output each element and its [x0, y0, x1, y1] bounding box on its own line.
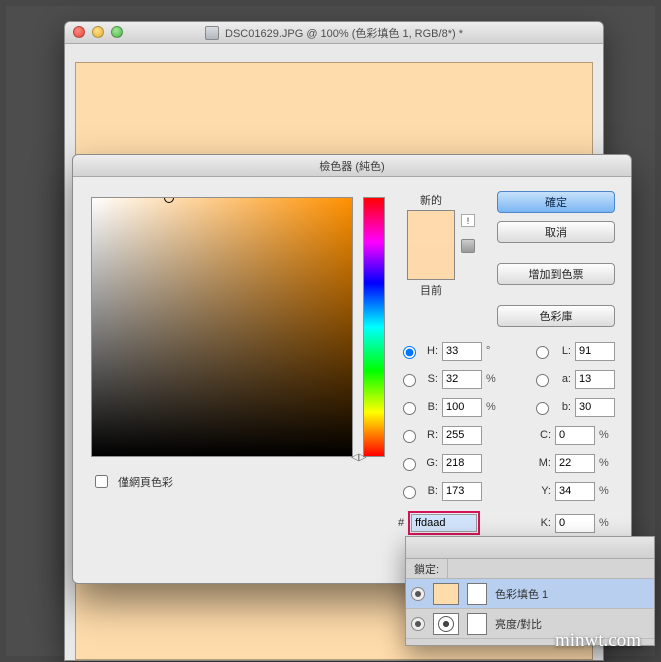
hex-label: # [398, 517, 404, 529]
unit-h: ° [486, 345, 502, 357]
radio-a[interactable] [536, 374, 549, 387]
label-h: H: [420, 345, 438, 357]
label-r: R: [420, 429, 438, 441]
layer-mask-thumbnail[interactable] [467, 583, 487, 605]
layer-thumbnail[interactable] [433, 613, 459, 635]
radio-h[interactable] [403, 346, 416, 359]
window-traffic-lights [73, 26, 123, 38]
websafe-warning-icon[interactable] [461, 239, 475, 253]
layer-mask-thumbnail[interactable] [467, 613, 487, 635]
label-k: K: [533, 517, 551, 529]
input-s[interactable] [442, 370, 482, 389]
input-L[interactable] [575, 342, 615, 361]
radio-bri[interactable] [403, 402, 416, 415]
input-m[interactable] [555, 454, 595, 473]
color-picker-dialog: 檢色器 (純色) ◁▷ 僅網頁色彩 新的 目前 [72, 154, 632, 584]
layers-panel-header[interactable] [406, 537, 654, 559]
radio-L[interactable] [536, 346, 549, 359]
input-hex[interactable] [411, 514, 477, 532]
cancel-button[interactable]: 取消 [497, 221, 615, 243]
input-c[interactable] [555, 426, 595, 445]
color-swatch-current[interactable] [408, 245, 454, 279]
color-field[interactable] [91, 197, 353, 457]
layers-panel-toolbar: 鎖定: [406, 559, 654, 579]
input-b[interactable] [575, 398, 615, 417]
label-g: G: [420, 457, 438, 469]
unit-bri: % [486, 401, 502, 413]
window-zoom-button[interactable] [111, 26, 123, 38]
window-close-button[interactable] [73, 26, 85, 38]
web-colors-only-label: 僅網頁色彩 [118, 474, 173, 490]
label-bl: B: [420, 485, 438, 497]
color-picker-titlebar[interactable]: 檢色器 (純色) [73, 155, 631, 177]
layer-visibility-toggle[interactable] [411, 587, 425, 601]
label-y: Y: [533, 485, 551, 497]
document-titlebar[interactable]: DSC01629.JPG @ 100% (色彩填色 1, RGB/8*) * [65, 22, 603, 44]
radio-s[interactable] [403, 374, 416, 387]
label-b: b: [553, 401, 571, 413]
radio-bl[interactable] [403, 486, 416, 499]
input-k[interactable] [555, 514, 595, 533]
color-swatch [407, 210, 455, 280]
label-m: M: [533, 457, 551, 469]
hue-slider-arrows-icon: ◁▷ [351, 452, 366, 463]
layers-lock-label: 鎖定: [414, 561, 439, 577]
brightness-adjust-icon [439, 617, 453, 631]
unit-k: % [599, 517, 615, 529]
unit-y: % [599, 485, 615, 497]
label-current: 目前 [401, 282, 461, 298]
input-bri[interactable] [442, 398, 482, 417]
color-libraries-button[interactable]: 色彩庫 [497, 305, 615, 327]
input-bl[interactable] [442, 482, 482, 501]
radio-b[interactable] [536, 402, 549, 415]
input-g[interactable] [442, 454, 482, 473]
web-colors-only-checkbox[interactable]: 僅網頁色彩 [91, 472, 173, 491]
label-new: 新的 [401, 192, 461, 208]
hex-highlight-box [408, 511, 480, 535]
layer-name[interactable]: 色彩填色 1 [495, 586, 649, 602]
layer-visibility-toggle[interactable] [411, 617, 425, 631]
ok-button[interactable]: 確定 [497, 191, 615, 213]
gamut-warning-icon[interactable] [461, 214, 475, 227]
input-h[interactable] [442, 342, 482, 361]
unit-c: % [599, 429, 615, 441]
document-proxy-icon[interactable] [205, 26, 219, 40]
watermark-text: minwt.com [555, 630, 641, 652]
input-y[interactable] [555, 482, 595, 501]
window-minimize-button[interactable] [92, 26, 104, 38]
layer-thumbnail[interactable] [433, 583, 459, 605]
input-r[interactable] [442, 426, 482, 445]
label-bri: B: [420, 401, 438, 413]
layer-row[interactable]: 色彩填色 1 [406, 579, 654, 609]
web-colors-only-input[interactable] [95, 475, 108, 488]
add-to-swatches-button[interactable]: 增加到色票 [497, 263, 615, 285]
color-swatch-new[interactable] [408, 211, 454, 245]
radio-r[interactable] [403, 430, 416, 443]
document-title: DSC01629.JPG @ 100% (色彩填色 1, RGB/8*) * [225, 25, 463, 41]
input-a[interactable] [575, 370, 615, 389]
hue-slider[interactable] [363, 197, 385, 457]
radio-g[interactable] [403, 458, 416, 471]
label-L: L: [553, 345, 571, 357]
unit-s: % [486, 373, 502, 385]
color-picker-title: 檢色器 (純色) [319, 158, 384, 174]
unit-m: % [599, 457, 615, 469]
label-c: C: [533, 429, 551, 441]
label-a: a: [553, 373, 571, 385]
label-s: S: [420, 373, 438, 385]
